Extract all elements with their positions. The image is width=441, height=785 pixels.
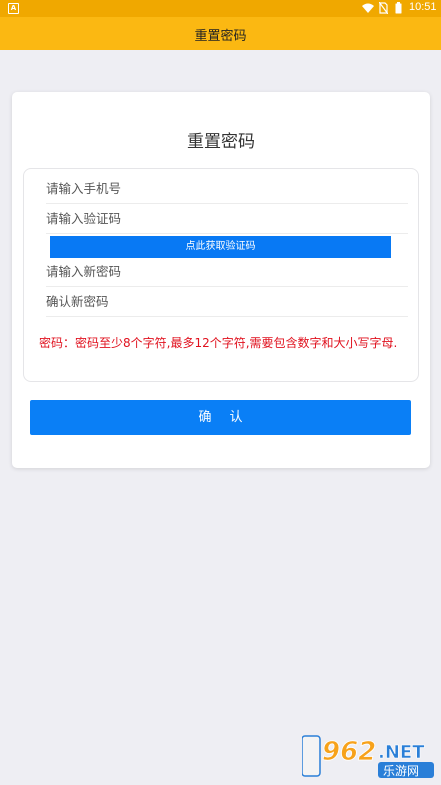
status-time: 10:51 bbox=[409, 1, 437, 13]
phone-placeholder: 请输入手机号 bbox=[46, 181, 122, 196]
confirm-button[interactable]: 确认 bbox=[30, 400, 411, 435]
status-bar: A 10:51 bbox=[0, 0, 441, 17]
new-password-placeholder: 请输入新密码 bbox=[46, 264, 122, 279]
password-hint: 密码：密码至少8个字符,最多12个字符,需要包含数字和大小写字母. bbox=[39, 336, 398, 350]
962-logo-watermark: 962 .NET 乐游网 bbox=[302, 735, 434, 778]
logo-brand-number: 962 bbox=[322, 737, 376, 767]
app-bar-title: 重置密码 bbox=[194, 29, 247, 44]
new-password-input[interactable]: 请输入新密码 bbox=[46, 258, 408, 287]
wifi-icon bbox=[362, 3, 374, 13]
reset-password-card: 重置密码 请输入手机号 请输入验证码 点此获取验证码 请输入新密码 确认新密码 … bbox=[12, 92, 430, 468]
no-sim-icon bbox=[379, 2, 388, 14]
logo-brand-net: .NET bbox=[378, 742, 425, 763]
logo-brand-text: 乐游网 bbox=[383, 764, 419, 778]
app-notification-icon: A bbox=[8, 3, 19, 14]
app-bar: 重置密码 bbox=[0, 17, 441, 50]
get-code-button[interactable]: 点此获取验证码 bbox=[50, 236, 391, 258]
phone-input[interactable]: 请输入手机号 bbox=[46, 175, 408, 204]
battery-icon bbox=[395, 2, 402, 14]
form-box: 请输入手机号 请输入验证码 点此获取验证码 请输入新密码 确认新密码 密码：密码… bbox=[23, 168, 419, 382]
code-placeholder: 请输入验证码 bbox=[46, 211, 122, 226]
confirm-password-input[interactable]: 确认新密码 bbox=[46, 288, 408, 317]
card-title: 重置密码 bbox=[187, 132, 255, 152]
code-input[interactable]: 请输入验证码 bbox=[46, 205, 408, 234]
confirm-password-placeholder: 确认新密码 bbox=[46, 294, 109, 309]
